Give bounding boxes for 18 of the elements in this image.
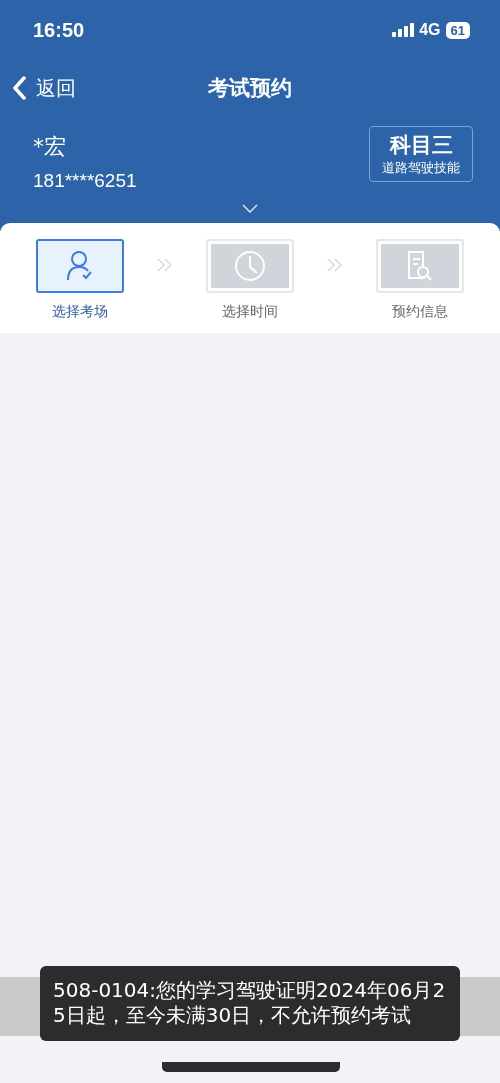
user-name: *宏 (33, 133, 67, 161)
clock-icon (235, 251, 265, 281)
subject-description: 道路驾驶技能 (382, 159, 460, 177)
document-icon (407, 251, 433, 281)
subject-title: 科目三 (388, 132, 454, 159)
double-chevron-icon (327, 258, 343, 272)
person-icon (67, 251, 93, 281)
network-label: 4G (419, 21, 441, 39)
user-phone: 181****6251 (33, 170, 137, 192)
status-time: 16:50 (33, 18, 85, 42)
double-chevron-icon (157, 258, 173, 272)
error-toast: 508-0104:您的学习驾驶证明2024年06月25日起，至今未满30日，不允许预约考试 (40, 966, 460, 1041)
signal-icon (392, 23, 415, 37)
back-button[interactable]: 返回 (0, 74, 76, 102)
chevron-down-icon[interactable] (242, 204, 258, 213)
back-icon (12, 76, 26, 100)
battery-level: 61 (445, 21, 470, 39)
page-title: 考试预约 (208, 75, 292, 102)
